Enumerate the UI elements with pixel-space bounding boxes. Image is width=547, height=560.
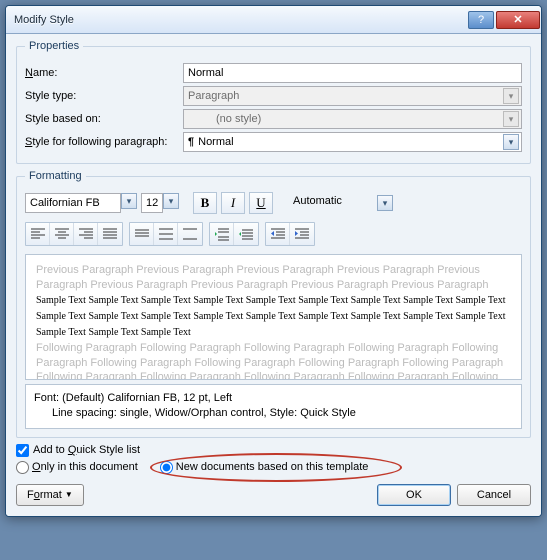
summary-line-1: Font: (Default) Californian FB, 12 pt, L… — [34, 391, 513, 406]
chevron-down-icon[interactable]: ▾ — [377, 195, 393, 211]
name-input[interactable]: Normal — [183, 63, 522, 83]
preview-following: Following Paragraph Following Paragraph … — [36, 341, 511, 380]
titlebar[interactable]: Modify Style ? ✕ — [6, 6, 541, 34]
preview-sample: Sample Text Sample Text Sample Text Samp… — [36, 293, 511, 341]
italic-button[interactable]: I — [221, 192, 245, 214]
align-right-button[interactable] — [74, 223, 98, 245]
font-color-combo[interactable]: Automatic ▾ — [293, 195, 393, 211]
properties-group: Properties Name: Normal Style type: Para… — [16, 40, 531, 164]
bold-button[interactable]: B — [193, 192, 217, 214]
quick-style-label[interactable]: Add to Quick Style list — [33, 444, 140, 456]
cancel-button[interactable]: Cancel — [457, 484, 531, 506]
following-label: Style for following paragraph: — [25, 136, 177, 148]
font-combo[interactable]: Californian FB ▾ — [25, 193, 137, 213]
spacing-2-button[interactable] — [178, 223, 202, 245]
format-button[interactable]: Format▼ — [16, 484, 84, 506]
new-documents-radio[interactable]: New documents based on this template — [154, 459, 383, 476]
space-before-dec-button[interactable] — [234, 223, 258, 245]
underline-button[interactable]: U — [249, 192, 273, 214]
modify-style-dialog: Modify Style ? ✕ Properties Name: Normal… — [5, 5, 542, 517]
chevron-down-icon[interactable]: ▾ — [503, 134, 519, 150]
help-button[interactable]: ? — [468, 11, 494, 29]
spacing-1-button[interactable] — [130, 223, 154, 245]
style-type-select: Paragraph ▾ — [183, 86, 522, 106]
align-left-button[interactable] — [26, 223, 50, 245]
formatting-group: Formatting Californian FB ▾ 12 ▾ B I U A… — [16, 170, 531, 438]
based-on-select: (no style) ▾ — [183, 109, 522, 129]
chevron-down-icon[interactable]: ▾ — [121, 193, 137, 209]
align-justify-button[interactable] — [98, 223, 122, 245]
space-before-inc-button[interactable] — [210, 223, 234, 245]
name-label: Name: — [25, 67, 177, 79]
only-document-radio[interactable]: Only in this document — [16, 461, 138, 474]
quick-style-checkbox[interactable] — [16, 444, 29, 457]
spacing-15-button[interactable] — [154, 223, 178, 245]
chevron-down-icon[interactable]: ▾ — [163, 193, 179, 209]
style-type-label: Style type: — [25, 90, 177, 102]
align-center-button[interactable] — [50, 223, 74, 245]
ok-button[interactable]: OK — [377, 484, 451, 506]
size-combo[interactable]: 12 ▾ — [141, 193, 179, 213]
style-summary: Font: (Default) Californian FB, 12 pt, L… — [25, 384, 522, 429]
indent-inc-button[interactable] — [290, 223, 314, 245]
window-title: Modify Style — [14, 14, 467, 26]
summary-line-2: Line spacing: single, Widow/Orphan contr… — [34, 406, 513, 421]
formatting-legend: Formatting — [25, 170, 86, 182]
based-on-label: Style based on: — [25, 113, 177, 125]
chevron-down-icon: ▾ — [503, 88, 519, 104]
chevron-down-icon: ▾ — [503, 111, 519, 127]
following-select[interactable]: ¶Normal ▾ — [183, 132, 522, 152]
properties-legend: Properties — [25, 40, 83, 52]
close-button[interactable]: ✕ — [496, 11, 540, 29]
preview-pane: Previous Paragraph Previous Paragraph Pr… — [25, 254, 522, 380]
indent-dec-button[interactable] — [266, 223, 290, 245]
preview-previous: Previous Paragraph Previous Paragraph Pr… — [36, 263, 511, 293]
